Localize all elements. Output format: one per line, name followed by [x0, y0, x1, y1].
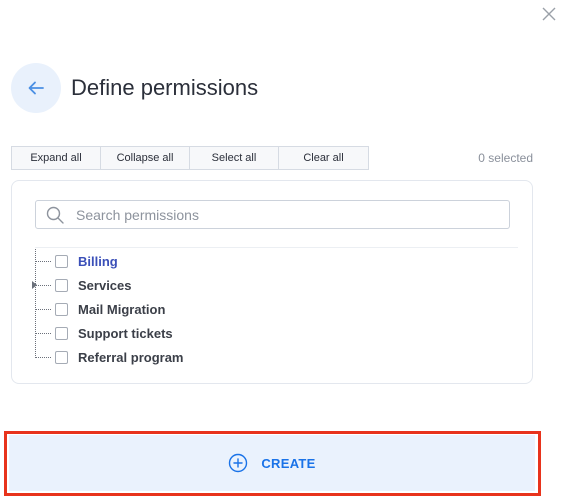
referral-program-checkbox[interactable]: [55, 350, 68, 364]
clear-all-button[interactable]: Clear all: [278, 146, 369, 170]
page-title: Define permissions: [71, 75, 259, 100]
close-button[interactable]: [539, 4, 559, 24]
collapse-all-button[interactable]: Collapse all: [100, 146, 190, 170]
mail-migration-checkbox[interactable]: [55, 302, 68, 316]
plus-circle-icon: [229, 453, 248, 473]
create-button-label: CREATE: [261, 455, 316, 471]
search-input[interactable]: [76, 206, 496, 223]
divider: [35, 247, 518, 248]
search-icon: [46, 206, 64, 224]
select-all-button[interactable]: Select all: [189, 146, 279, 170]
tree-item-label[interactable]: Support tickets: [78, 326, 173, 341]
tree-item-label[interactable]: Mail Migration: [78, 302, 165, 317]
expand-caret-icon[interactable]: [32, 281, 37, 289]
back-button[interactable]: [11, 63, 61, 113]
tree-item-referral-program: Referral program: [35, 347, 183, 367]
tree-item-label[interactable]: Services: [78, 278, 132, 293]
billing-checkbox[interactable]: [55, 254, 68, 268]
selected-count: 0 selected: [478, 151, 533, 165]
tree-item-services: Services: [32, 275, 132, 295]
create-button[interactable]: CREATE: [9, 435, 535, 491]
tree-item-label[interactable]: Billing: [78, 254, 118, 269]
arrow-left-icon: [28, 81, 44, 95]
tree-item-billing: Billing: [35, 251, 118, 271]
permissions-panel: Billing Services Mail Migration Support …: [11, 180, 533, 384]
tree-item-mail-migration: Mail Migration: [35, 299, 165, 319]
support-tickets-checkbox[interactable]: [55, 326, 68, 340]
services-checkbox[interactable]: [55, 278, 68, 292]
tree-item-label[interactable]: Referral program: [78, 350, 183, 365]
tree-toolbar: Expand all Collapse all Select all Clear…: [11, 146, 369, 170]
tree-item-support-tickets: Support tickets: [35, 323, 173, 343]
close-icon: [542, 7, 556, 21]
expand-all-button[interactable]: Expand all: [11, 146, 101, 170]
search-box[interactable]: [35, 200, 510, 229]
